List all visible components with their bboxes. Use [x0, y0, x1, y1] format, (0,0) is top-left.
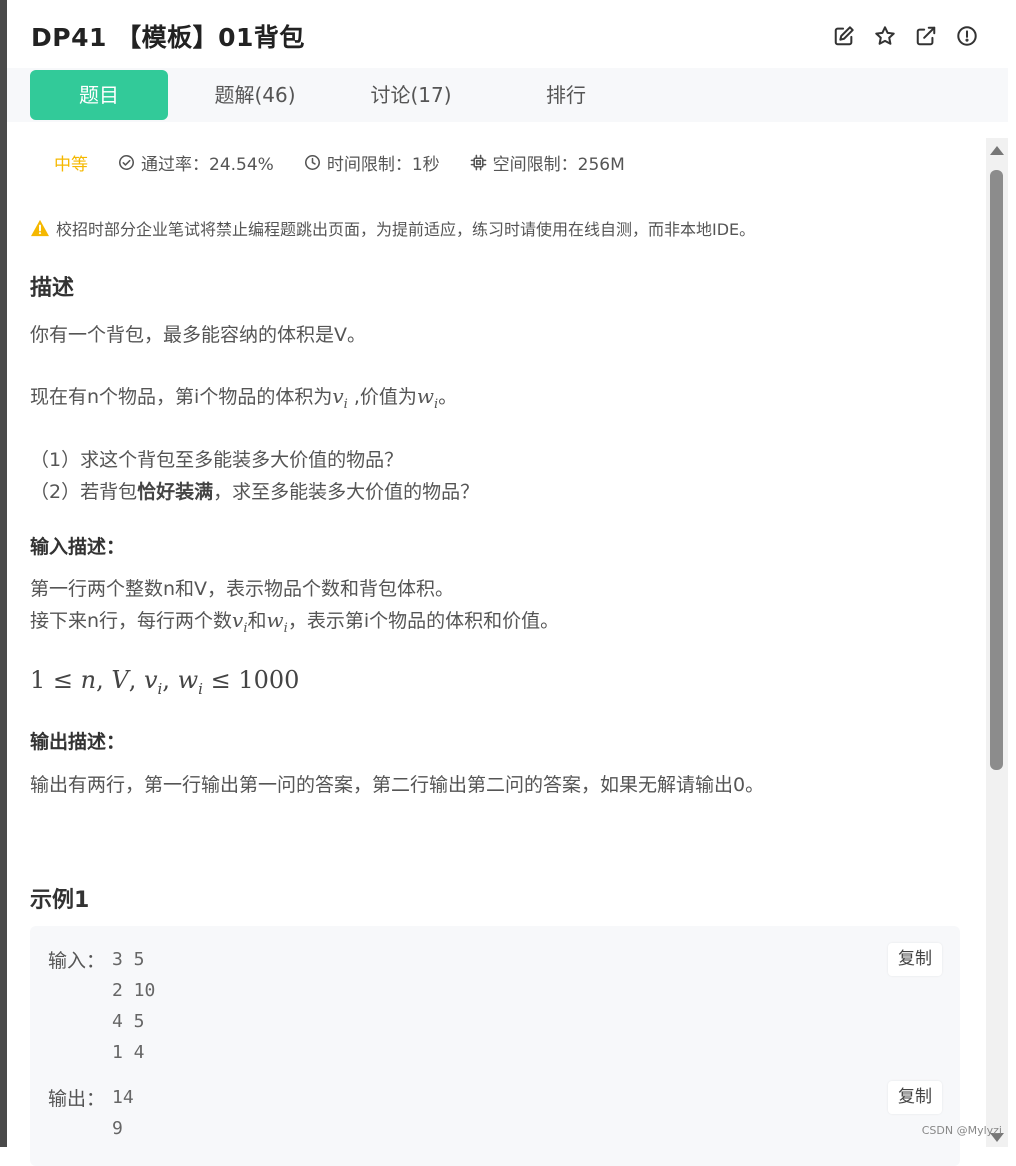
- description-heading: 描述: [30, 276, 75, 301]
- description-line-2-text-a: 现在有n个物品，第i个物品的体积为: [30, 386, 333, 408]
- output-desc-line-1: 输出有两行，第一行输出第一问的答案，第二行输出第二问的答案，如果无解请输出0。: [30, 774, 765, 796]
- math-w-i: wi: [266, 608, 288, 636]
- chip-icon: [470, 154, 487, 171]
- example-output-label: 输出：: [48, 1088, 106, 1110]
- example-output-lines: 14 9: [112, 1087, 134, 1139]
- problem-tabs: 题目 题解(46) 讨论(17) 排行: [7, 68, 1008, 122]
- clock-icon: [304, 154, 320, 171]
- tab-ranking[interactable]: 排行: [519, 70, 613, 120]
- pass-rate-text: 通过率：24.54%: [141, 155, 274, 175]
- ide-notice: 校招时部分企业笔试将禁止编程题跳出页面，为提前适应，练习时请使用在线自测，而非本…: [30, 216, 755, 240]
- tab-problem[interactable]: 题目: [30, 70, 168, 120]
- space-limit: 空间限制：256M: [470, 150, 625, 175]
- star-icon[interactable]: [871, 22, 898, 49]
- window-left-edge: [0, 0, 7, 1147]
- example-input-label: 输入：: [48, 950, 106, 972]
- question-1: （1）求这个背包至多能装多大价值的物品？: [30, 449, 404, 471]
- input-desc-line-1: 第一行两个整数n和V，表示物品个数和背包体积。: [30, 578, 455, 600]
- question-2: （2）若背包恰好装满，求至多能装多大价值的物品？: [30, 477, 479, 504]
- pass-rate: 通过率：24.54%: [118, 150, 274, 175]
- example-box: 输入： 3 5 2 10 4 5 1 4 复制 输出： 14 9 复制: [30, 926, 960, 1166]
- scrollbar-thumb[interactable]: [990, 170, 1003, 770]
- input-desc-line-2-text-b: 和: [247, 610, 267, 632]
- description-line-2: 现在有n个物品，第i个物品的体积为vi ,价值为wi。: [30, 382, 457, 412]
- report-icon[interactable]: [953, 22, 980, 49]
- copy-output-button[interactable]: 复制: [888, 1081, 942, 1114]
- problem-title: DP41 【模板】01背包: [31, 23, 305, 52]
- example-input-lines: 3 5 2 10 4 5 1 4: [112, 949, 156, 1063]
- difficulty-badge: 中等: [54, 155, 88, 175]
- output-desc-heading: 输出描述：: [30, 731, 126, 753]
- description-line-2-text-c: 。: [438, 386, 458, 408]
- math-v-i: vi: [232, 608, 248, 636]
- problem-header: DP41 【模板】01背包: [7, 0, 1008, 68]
- input-desc-line-2-text-c: ，表示第i个物品的体积和价值。: [287, 610, 560, 632]
- question-2-bold: 恰好装满: [137, 481, 214, 503]
- copy-input-button[interactable]: 复制: [888, 943, 942, 976]
- space-limit-text: 空间限制：256M: [492, 155, 625, 175]
- tab-discussion[interactable]: 讨论(17): [353, 70, 469, 120]
- scroll-up-arrow-icon[interactable]: [990, 146, 1004, 155]
- problem-meta: 中等 通过率：24.54% 时间限制：1秒 空间限制：256M: [54, 150, 655, 175]
- edit-icon[interactable]: [830, 22, 857, 49]
- tab-solutions[interactable]: 题解(46): [197, 70, 313, 120]
- input-desc-line-2: 接下来n行，每行两个数vi和wi，表示第i个物品的体积和价值。: [30, 606, 559, 636]
- warning-icon: [31, 219, 49, 237]
- math-v-i: vi: [332, 384, 348, 412]
- header-actions: [830, 22, 980, 49]
- input-desc-heading: 输入描述：: [30, 536, 126, 558]
- example-heading: 示例1: [30, 888, 90, 913]
- description-line-1: 你有一个背包，最多能容纳的体积是V。: [30, 324, 366, 346]
- math-w-i: wi: [416, 384, 439, 412]
- time-limit-text: 时间限制：1秒: [326, 155, 440, 175]
- question-2-text-a: （2）若背包: [30, 481, 138, 503]
- notice-text: 校招时部分企业笔试将禁止编程题跳出页面，为提前适应，练习时请使用在线自测，而非本…: [56, 220, 756, 239]
- input-desc-line-2-text-a: 接下来n行，每行两个数: [30, 610, 233, 632]
- time-limit: 时间限制：1秒: [304, 150, 440, 175]
- question-2-text-b: ，求至多能装多大价值的物品？: [213, 481, 480, 503]
- description-line-2-text-b: ,价值为: [347, 386, 417, 408]
- external-link-icon[interactable]: [912, 22, 939, 49]
- constraint-formula: 1 ≤ n, V, vi, wi ≤ 1000: [30, 666, 300, 698]
- check-circle-icon: [118, 154, 135, 171]
- watermark: CSDN @Mylyzi: [921, 1124, 1002, 1137]
